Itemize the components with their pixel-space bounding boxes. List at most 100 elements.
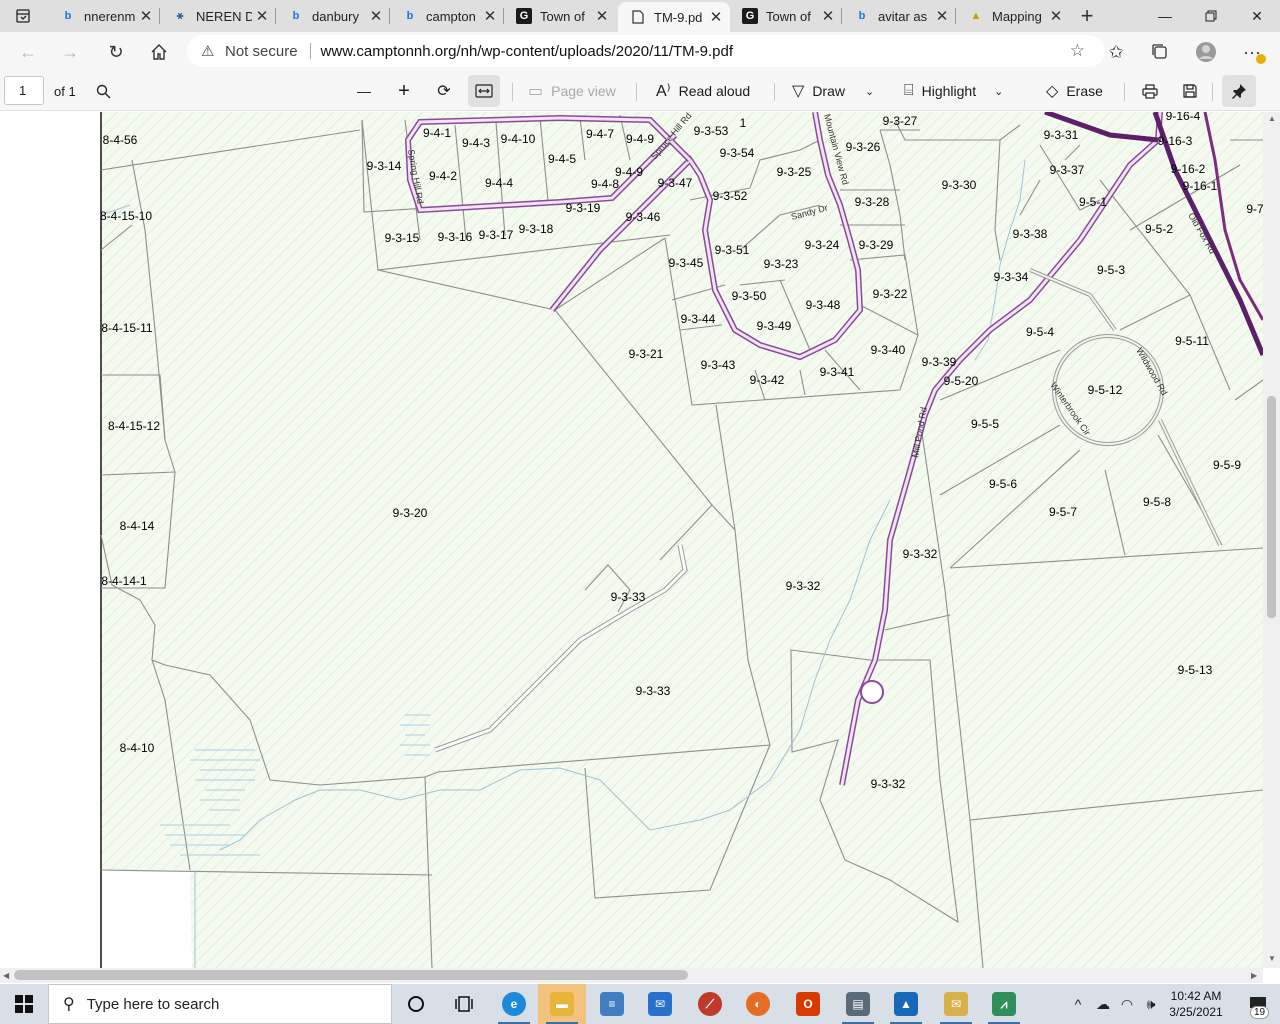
favorites-button[interactable]: ✩ [1100, 36, 1132, 68]
edge-icon: e [502, 992, 526, 1016]
close-tab-icon[interactable]: ✕ [592, 7, 612, 25]
security-label[interactable]: Not secure [225, 43, 298, 60]
add-favorite-icon[interactable]: ☆ [1070, 41, 1085, 61]
parcel-label: 9-5-6 [989, 477, 1017, 491]
parcel-label: 9-5-4 [1026, 325, 1054, 339]
taskbar-app[interactable]: ⟋ [686, 984, 734, 1024]
parcel-label: 9-3-14 [367, 159, 402, 173]
taskbar-office[interactable]: O [784, 984, 832, 1024]
show-hidden-icons-button[interactable]: ^ [1068, 984, 1088, 1024]
collections-button[interactable] [1144, 36, 1176, 68]
start-button[interactable] [0, 984, 48, 1024]
scroll-right-icon[interactable]: ▶ [1251, 971, 1257, 980]
taskbar-mail[interactable]: ✉ [636, 984, 684, 1024]
clock[interactable]: 10:42 AM 3/25/2021 [1164, 988, 1228, 1020]
close-tab-icon[interactable]: ✕ [136, 7, 156, 25]
refresh-button[interactable]: ↻ [100, 36, 132, 68]
back-button[interactable]: ← [12, 36, 44, 68]
browser-tab[interactable]: b nnerenm ✕ [48, 0, 160, 32]
print-button[interactable] [1140, 75, 1160, 107]
browser-tab[interactable]: b danbury ✕ [276, 0, 390, 32]
taskbar-search-input[interactable]: ⚲ Type here to search [48, 984, 392, 1024]
close-tab-icon[interactable]: ✕ [252, 7, 272, 25]
horizontal-scrollbar[interactable]: ◀ ▶ [0, 968, 1263, 983]
taskbar-app[interactable]: ✉ [932, 984, 980, 1024]
onedrive-tray[interactable]: ☁ [1092, 984, 1114, 1024]
browser-tab[interactable]: ▲ Mapping ✕ [956, 0, 1070, 32]
home-button[interactable] [143, 36, 175, 68]
vertical-scrollbar[interactable]: ▲ ▼ [1263, 112, 1280, 968]
taskbar-file-explorer[interactable]: ▬ [538, 984, 586, 1024]
horizontal-scroll-thumb[interactable] [14, 970, 688, 980]
warning-icon[interactable]: ⚠ [201, 42, 217, 60]
pin-toolbar-button[interactable] [1222, 75, 1256, 107]
new-tab-button[interactable]: + [1072, 0, 1102, 32]
chevron-down-icon[interactable]: ⌄ [865, 85, 874, 98]
browser-tab-active[interactable]: TM-9.pd ✕ [618, 2, 730, 32]
zoom-in-button[interactable]: + [392, 75, 416, 107]
read-aloud-button[interactable]: A͏⁾ Read aloud [656, 75, 750, 107]
g-icon: G [516, 8, 532, 24]
g-icon: G [742, 8, 758, 24]
draw-button[interactable]: ▽ Draw ⌄ [792, 75, 874, 107]
taskbar-edge[interactable]: e [490, 984, 538, 1024]
office-icon: O [796, 992, 820, 1016]
highlight-button[interactable]: ⌸ Highlight ⌄ [904, 75, 1003, 107]
tab-actions-button[interactable] [0, 0, 46, 32]
settings-more-button[interactable]: ··· [1236, 36, 1268, 68]
network-tray[interactable]: ◠ [1116, 984, 1138, 1024]
volume-tray[interactable]: 🕪 [1140, 984, 1162, 1024]
pdf-document[interactable]: Spring Hill Rd Spruce Hill Rd Mountain V… [0, 112, 1280, 968]
browser-tab[interactable]: b campton ✕ [390, 0, 504, 32]
taskbar-app[interactable]: ≡ [588, 984, 636, 1024]
taskbar-app[interactable]: ⩘ [980, 984, 1028, 1024]
scroll-up-icon[interactable]: ▲ [1268, 114, 1276, 123]
close-tab-icon[interactable]: ✕ [706, 8, 726, 26]
taskbar-photos[interactable]: ▲ [882, 984, 930, 1024]
parcel-label: 9-4-1 [423, 126, 451, 140]
parcel-label: 9-3-43 [701, 358, 736, 372]
scroll-left-icon[interactable]: ◀ [3, 971, 9, 980]
task-view-button[interactable] [440, 984, 488, 1024]
profile-button[interactable] [1190, 36, 1222, 68]
forward-button[interactable]: → [54, 36, 86, 68]
wifi-icon: ◠ [1120, 995, 1134, 1012]
parcel-label: 9-3-24 [805, 238, 840, 252]
save-button[interactable] [1180, 75, 1200, 107]
close-tab-icon[interactable]: ✕ [366, 7, 386, 25]
page-number-input[interactable]: 1 [4, 76, 44, 105]
url-text[interactable]: www.camptonnh.org/nh/wp-content/uploads/… [321, 43, 733, 60]
browser-tab[interactable]: G Town of ✕ [504, 0, 616, 32]
task-view-icon [455, 996, 473, 1012]
parcel-label: 9-3-21 [629, 347, 664, 361]
cortana-button[interactable] [392, 984, 440, 1024]
taskbar-app[interactable]: ▤ [834, 984, 882, 1024]
parcel-label: 9-5-9 [1213, 458, 1241, 472]
restore-button[interactable] [1188, 0, 1234, 32]
close-tab-icon[interactable]: ✕ [480, 7, 500, 25]
close-window-button[interactable]: ✕ [1234, 0, 1280, 32]
close-tab-icon[interactable]: ✕ [1046, 7, 1066, 25]
scroll-down-icon[interactable]: ▼ [1268, 954, 1276, 963]
browser-tab[interactable]: G Town of ✕ [730, 0, 842, 32]
vertical-scroll-thumb[interactable] [1267, 396, 1276, 618]
browser-tab[interactable]: ⚹ NEREN D ✕ [160, 0, 276, 32]
close-tab-icon[interactable]: ✕ [818, 7, 838, 25]
address-bar[interactable]: ⚠ Not secure www.camptonnh.org/nh/wp-con… [187, 35, 1105, 67]
minimize-button[interactable]: — [1142, 0, 1188, 32]
fit-width-button[interactable] [468, 75, 500, 107]
parcel-label: 9-3-38 [1013, 227, 1048, 241]
erase-button[interactable]: ◇ Erase [1046, 75, 1103, 107]
parcel-label: 9-3-16 [438, 230, 473, 244]
page-view-button[interactable]: ▭ Page view [528, 75, 616, 107]
rotate-button[interactable]: ⟳ [432, 75, 456, 107]
zoom-out-button[interactable]: — [352, 75, 376, 107]
close-tab-icon[interactable]: ✕ [932, 7, 952, 25]
taskbar-firefox[interactable]: ◐ [734, 984, 782, 1024]
parcel-label: 9-4-4 [485, 176, 513, 190]
chevron-down-icon[interactable]: ⌄ [994, 85, 1003, 98]
browser-tab[interactable]: b avitar as ✕ [842, 0, 956, 32]
page-view-icon: ▭ [528, 83, 544, 100]
parcel-label: 9-3-47 [658, 176, 693, 190]
find-button[interactable] [90, 75, 116, 107]
